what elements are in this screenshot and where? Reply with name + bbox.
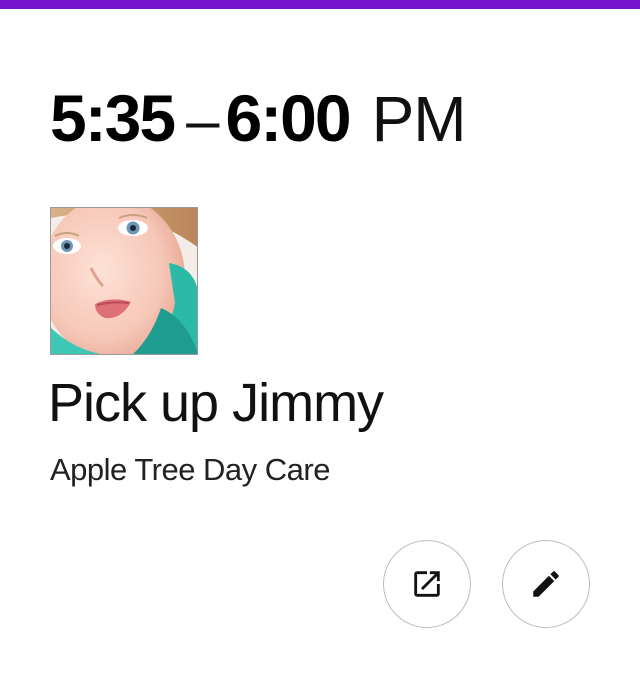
event-time-range: 5:35 – 6:00 PM xyxy=(50,80,467,160)
event-start-time: 5:35 xyxy=(50,81,176,155)
edit-event-button[interactable] xyxy=(502,540,590,628)
pencil-icon xyxy=(533,571,559,597)
contact-avatar xyxy=(50,207,198,355)
event-time-period: PM xyxy=(371,83,467,155)
event-location: Apple Tree Day Care xyxy=(50,452,330,487)
open-in-new-icon xyxy=(414,571,440,597)
time-separator: – xyxy=(186,87,219,154)
event-title: Pick up Jimmy xyxy=(48,373,384,433)
open-event-button[interactable] xyxy=(383,540,471,628)
event-end-time: 6:00 xyxy=(225,81,351,155)
child-photo-image xyxy=(51,208,197,354)
accent-top-bar xyxy=(0,0,640,9)
